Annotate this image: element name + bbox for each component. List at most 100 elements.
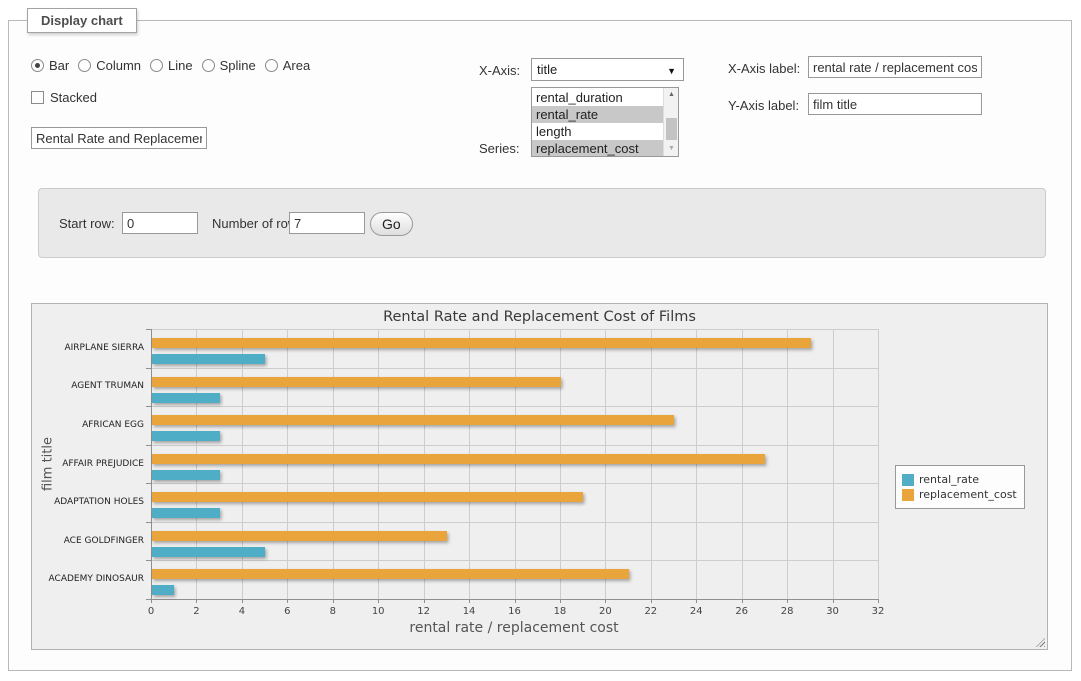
gridline-horizontal	[151, 445, 878, 446]
num-rows-input[interactable]	[289, 212, 365, 234]
chevron-down-icon: ▼	[667, 66, 676, 76]
series-listbox[interactable]: rental_durationrental_ratelengthreplacem…	[531, 87, 679, 157]
x-axis-tick-label: 2	[181, 606, 211, 617]
bar-replacement_cost	[152, 415, 674, 425]
x-axis-line	[151, 599, 878, 600]
x-axis-tick-label: 20	[590, 606, 620, 617]
legend-label: rental_rate	[919, 473, 979, 486]
gridline-vertical	[196, 329, 197, 599]
stacked-row: Stacked	[31, 90, 97, 105]
legend-swatch	[902, 474, 914, 486]
chart-title: Rental Rate and Replacement Cost of Film…	[32, 309, 1047, 325]
x-axis-tick-label: 6	[272, 606, 302, 617]
stacked-checkbox[interactable]	[31, 91, 44, 104]
x-axis-tick-label: 10	[363, 606, 393, 617]
gridline-vertical	[696, 329, 697, 599]
gridline-vertical	[833, 329, 834, 599]
x-axis-tick-label: 32	[863, 606, 893, 617]
go-button[interactable]: Go	[370, 212, 413, 236]
bar-replacement_cost	[152, 454, 765, 464]
scrollbar-thumb[interactable]	[666, 118, 677, 140]
gridline-vertical	[287, 329, 288, 599]
row-range-box: Start row: Number of rows: Go	[38, 188, 1046, 258]
bar-replacement_cost	[152, 377, 561, 387]
chart-panel: Rental Rate and Replacement Cost of Film…	[31, 303, 1048, 650]
stacked-label: Stacked	[50, 90, 97, 105]
series-option-length[interactable]: length	[532, 123, 663, 140]
chart-type-label: Area	[283, 58, 310, 73]
chart-title-input[interactable]	[31, 127, 207, 149]
x-axis-select-value: title	[537, 62, 557, 77]
gridline-vertical	[742, 329, 743, 599]
category-label: AFRICAN EGG	[32, 420, 144, 431]
gridline-horizontal	[151, 406, 878, 407]
chart-type-area[interactable]: Area	[265, 58, 310, 73]
x-axis-tick-label: 30	[818, 606, 848, 617]
x-axis-select[interactable]: title ▼	[531, 58, 684, 81]
series-options: rental_durationrental_ratelengthreplacem…	[532, 89, 663, 157]
x-axis-tick	[878, 599, 879, 603]
category-label: AGENT TRUMAN	[32, 381, 144, 392]
x-axis-label: X-Axis:	[479, 63, 520, 78]
legend-item-replacement_cost: replacement_cost	[902, 488, 1017, 501]
category-label: AFFAIR PREJUDICE	[32, 459, 144, 470]
series-option-rental_duration[interactable]: rental_duration	[532, 89, 663, 106]
bar-replacement_cost	[152, 531, 447, 541]
resize-grip-icon[interactable]	[1036, 638, 1045, 647]
gridline-horizontal	[151, 329, 878, 330]
chart-type-group: Bar Column Line Spline Area	[31, 58, 319, 73]
chart-type-spline[interactable]: Spline	[202, 58, 256, 73]
gridline-vertical	[424, 329, 425, 599]
chart-type-bar[interactable]: Bar	[31, 58, 69, 73]
chart-type-label: Bar	[49, 58, 69, 73]
gridline-horizontal	[151, 522, 878, 523]
x-axis-tick-label: 14	[454, 606, 484, 617]
chart-legend: rental_rate replacement_cost	[895, 465, 1025, 509]
bar-rental_rate	[152, 431, 220, 441]
series-label: Series:	[479, 141, 519, 156]
gridline-vertical	[378, 329, 379, 599]
chart-type-line[interactable]: Line	[150, 58, 193, 73]
bar-replacement_cost	[152, 569, 629, 579]
x-axis-label-input[interactable]	[808, 56, 982, 78]
scroll-down-icon[interactable]: ▼	[664, 142, 679, 156]
radio-icon	[265, 59, 278, 72]
series-option-rental_rate[interactable]: rental_rate	[532, 106, 663, 123]
y-axis-label-input[interactable]	[808, 93, 982, 115]
start-row-input[interactable]	[122, 212, 198, 234]
series-scrollbar[interactable]: ▲ ▼	[663, 88, 678, 156]
legend-item-rental_rate: rental_rate	[902, 473, 1017, 486]
chart-type-label: Spline	[220, 58, 256, 73]
gridline-horizontal	[151, 368, 878, 369]
bar-rental_rate	[152, 547, 265, 557]
bar-rental_rate	[152, 393, 220, 403]
category-label: ADAPTATION HOLES	[32, 497, 144, 508]
x-axis-label-field-label: X-Axis label:	[728, 61, 800, 76]
fieldset-legend: Display chart	[27, 8, 137, 33]
x-axis-tick-label: 22	[636, 606, 666, 617]
category-label: ACE GOLDFINGER	[32, 536, 144, 547]
gridline-vertical	[515, 329, 516, 599]
series-option-replacement_cost[interactable]: replacement_cost	[532, 140, 663, 157]
gridline-horizontal	[151, 560, 878, 561]
bar-replacement_cost	[152, 492, 583, 502]
x-axis-tick-label: 26	[727, 606, 757, 617]
chart-type-label: Column	[96, 58, 141, 73]
x-axis-tick-label: 24	[681, 606, 711, 617]
start-row-label: Start row:	[59, 216, 115, 231]
gridline-vertical	[787, 329, 788, 599]
x-axis-tick-label: 28	[772, 606, 802, 617]
chart-type-column[interactable]: Column	[78, 58, 141, 73]
gridline-vertical	[242, 329, 243, 599]
gridline-horizontal	[151, 483, 878, 484]
scroll-up-icon[interactable]: ▲	[664, 88, 679, 102]
x-axis-tick-label: 8	[318, 606, 348, 617]
gridline-vertical	[560, 329, 561, 599]
x-axis-tick-label: 0	[136, 606, 166, 617]
radio-icon	[78, 59, 91, 72]
bar-replacement_cost	[152, 338, 811, 348]
y-axis-label-field-label: Y-Axis label:	[728, 98, 799, 113]
x-axis-tick-label: 4	[227, 606, 257, 617]
bar-rental_rate	[152, 470, 220, 480]
gridline-vertical	[605, 329, 606, 599]
